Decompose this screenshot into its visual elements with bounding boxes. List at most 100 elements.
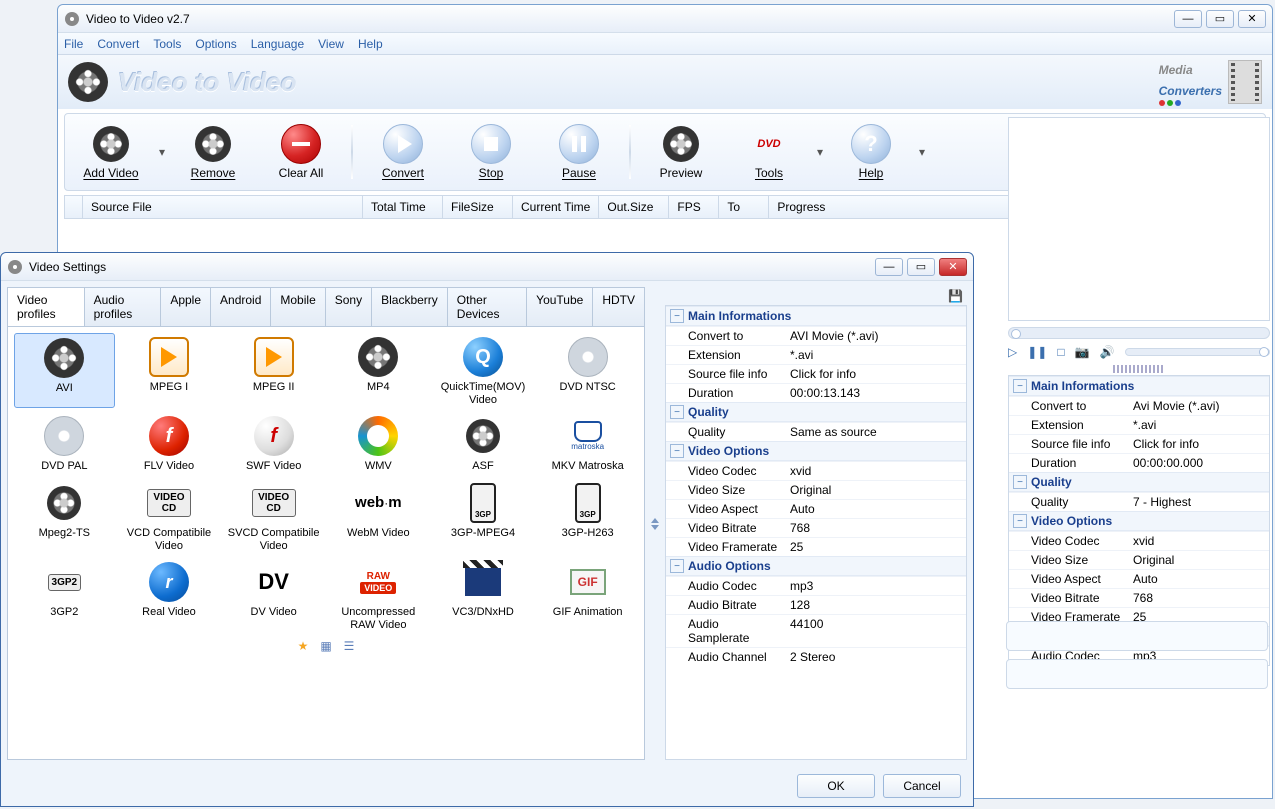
- profile-mpeg2-ts[interactable]: Mpeg2-TS: [14, 479, 115, 554]
- tab-other-devices[interactable]: Other Devices: [447, 287, 527, 326]
- tab-android[interactable]: Android: [210, 287, 271, 326]
- menu-help[interactable]: Help: [358, 37, 383, 51]
- profile-dvd-pal[interactable]: DVD PAL: [14, 412, 115, 475]
- tools-button[interactable]: DVD Tools: [727, 118, 811, 186]
- property-row[interactable]: Convert toAvi Movie (*.avi): [1009, 396, 1269, 415]
- property-row[interactable]: Video Bitrate768: [666, 518, 966, 537]
- preview-button[interactable]: Preview: [639, 118, 723, 186]
- property-row[interactable]: Video Codecxvid: [1009, 531, 1269, 550]
- save-icon[interactable]: 💾: [948, 289, 963, 303]
- menu-language[interactable]: Language: [251, 37, 304, 51]
- property-row[interactable]: Extension*.avi: [666, 345, 966, 364]
- property-row[interactable]: Video Bitrate768: [1009, 588, 1269, 607]
- profile-vc3-dnxhd[interactable]: VC3/DNxHD: [433, 558, 534, 633]
- tab-apple[interactable]: Apple: [160, 287, 211, 326]
- profile-svcd-compatibile-video[interactable]: VIDEO CDSVCD Compatibile Video: [223, 479, 324, 554]
- splitter-handle[interactable]: [1113, 365, 1165, 373]
- property-row[interactable]: Convert toAVI Movie (*.avi): [666, 326, 966, 345]
- menu-tools[interactable]: Tools: [153, 37, 181, 51]
- volume-slider[interactable]: [1125, 348, 1271, 356]
- property-row[interactable]: Video SizeOriginal: [1009, 550, 1269, 569]
- property-row[interactable]: Video Codecxvid: [666, 461, 966, 480]
- col-filesize[interactable]: FileSize: [443, 196, 513, 218]
- tab-sony[interactable]: Sony: [325, 287, 372, 326]
- menu-options[interactable]: Options: [195, 37, 236, 51]
- dialog-close-button[interactable]: ✕: [939, 258, 967, 276]
- col-to[interactable]: To: [719, 196, 769, 218]
- profile-vcd-compatibile-video[interactable]: VIDEO CDVCD Compatibile Video: [119, 479, 220, 554]
- help-button[interactable]: ? Help: [829, 118, 913, 186]
- stop-button[interactable]: Stop: [449, 118, 533, 186]
- close-button[interactable]: ✕: [1238, 10, 1266, 28]
- col-current-time[interactable]: Current Time: [513, 196, 599, 218]
- property-row[interactable]: Source file infoClick for info: [1009, 434, 1269, 453]
- favorites-icon[interactable]: ★: [298, 639, 309, 653]
- pause-icon[interactable]: ❚❚: [1027, 345, 1047, 359]
- property-row[interactable]: Video Framerate25: [666, 537, 966, 556]
- property-row[interactable]: QualitySame as source: [666, 422, 966, 441]
- col-source-file[interactable]: Source File: [83, 196, 363, 218]
- profile-mpeg-ii[interactable]: MPEG II: [223, 333, 324, 408]
- profile-quicktime-mov-video[interactable]: QuickTime(MOV) Video: [433, 333, 534, 408]
- property-row[interactable]: Duration00:00:13.143: [666, 383, 966, 402]
- menu-view[interactable]: View: [318, 37, 344, 51]
- section-toggle[interactable]: −: [670, 405, 684, 419]
- profile-3gp2[interactable]: 3GP23GP2: [14, 558, 115, 633]
- profile-uncompressed-raw-video[interactable]: RAWVIDEOUncompressed RAW Video: [328, 558, 429, 633]
- dialog-minimize-button[interactable]: —: [875, 258, 903, 276]
- menu-file[interactable]: File: [64, 37, 83, 51]
- add-video-dropdown[interactable]: ▾: [157, 118, 167, 186]
- property-row[interactable]: Audio Channel2 Stereo: [666, 647, 966, 666]
- stop-icon[interactable]: □: [1057, 345, 1064, 359]
- clear-all-button[interactable]: Clear All: [259, 118, 343, 186]
- tab-mobile[interactable]: Mobile: [270, 287, 325, 326]
- grid-view-icon[interactable]: ▦: [320, 639, 331, 653]
- col-out-size[interactable]: Out.Size: [599, 196, 669, 218]
- help-dropdown[interactable]: ▾: [917, 118, 927, 186]
- cancel-button[interactable]: Cancel: [883, 774, 961, 798]
- profile-mkv-matroska[interactable]: matroskaMKV Matroska: [537, 412, 638, 475]
- property-row[interactable]: Source file infoClick for info: [666, 364, 966, 383]
- tools-dropdown[interactable]: ▾: [815, 118, 825, 186]
- property-row[interactable]: Audio Bitrate128: [666, 595, 966, 614]
- property-row[interactable]: Audio Samplerate44100: [666, 614, 966, 647]
- profile-mpeg-i[interactable]: MPEG I: [119, 333, 220, 408]
- tab-audio-profiles[interactable]: Audio profiles: [84, 287, 162, 326]
- profile-mp4[interactable]: MP4: [328, 333, 429, 408]
- play-icon[interactable]: ▷: [1008, 345, 1017, 359]
- profile-3gp-h263[interactable]: 3GP3GP-H263: [537, 479, 638, 554]
- property-row[interactable]: Video SizeOriginal: [666, 480, 966, 499]
- profile-avi[interactable]: AVI: [14, 333, 115, 408]
- dialog-splitter[interactable]: [651, 287, 659, 760]
- tab-hdtv[interactable]: HDTV: [592, 287, 645, 326]
- section-toggle[interactable]: −: [670, 309, 684, 323]
- menu-convert[interactable]: Convert: [97, 37, 139, 51]
- profile-asf[interactable]: ASF: [433, 412, 534, 475]
- section-toggle[interactable]: −: [670, 444, 684, 458]
- volume-icon[interactable]: 🔊: [1100, 345, 1115, 359]
- tab-blackberry[interactable]: Blackberry: [371, 287, 448, 326]
- property-row[interactable]: Video AspectAuto: [1009, 569, 1269, 588]
- section-toggle[interactable]: −: [1013, 514, 1027, 528]
- minimize-button[interactable]: —: [1174, 10, 1202, 28]
- property-row[interactable]: Audio Codecmp3: [666, 576, 966, 595]
- col-total-time[interactable]: Total Time: [363, 196, 443, 218]
- ok-button[interactable]: OK: [797, 774, 875, 798]
- profile-dv-video[interactable]: DVDV Video: [223, 558, 324, 633]
- remove-button[interactable]: Remove: [171, 118, 255, 186]
- property-row[interactable]: Quality7 - Highest: [1009, 492, 1269, 511]
- profile-real-video[interactable]: rReal Video: [119, 558, 220, 633]
- property-row[interactable]: Video AspectAuto: [666, 499, 966, 518]
- profile-gif-animation[interactable]: GIFGIF Animation: [537, 558, 638, 633]
- profile-flv-video[interactable]: fFLV Video: [119, 412, 220, 475]
- section-toggle[interactable]: −: [670, 559, 684, 573]
- convert-button[interactable]: Convert: [361, 118, 445, 186]
- profile-dvd-ntsc[interactable]: DVD NTSC: [537, 333, 638, 408]
- tab-youtube[interactable]: YouTube: [526, 287, 593, 326]
- property-row[interactable]: Duration00:00:00.000: [1009, 453, 1269, 472]
- list-view-icon[interactable]: ☰: [344, 639, 355, 653]
- dialog-maximize-button[interactable]: ▭: [907, 258, 935, 276]
- profile-swf-video[interactable]: fSWF Video: [223, 412, 324, 475]
- profile-3gp-mpeg4[interactable]: 3GP3GP-MPEG4: [433, 479, 534, 554]
- section-toggle[interactable]: −: [1013, 475, 1027, 489]
